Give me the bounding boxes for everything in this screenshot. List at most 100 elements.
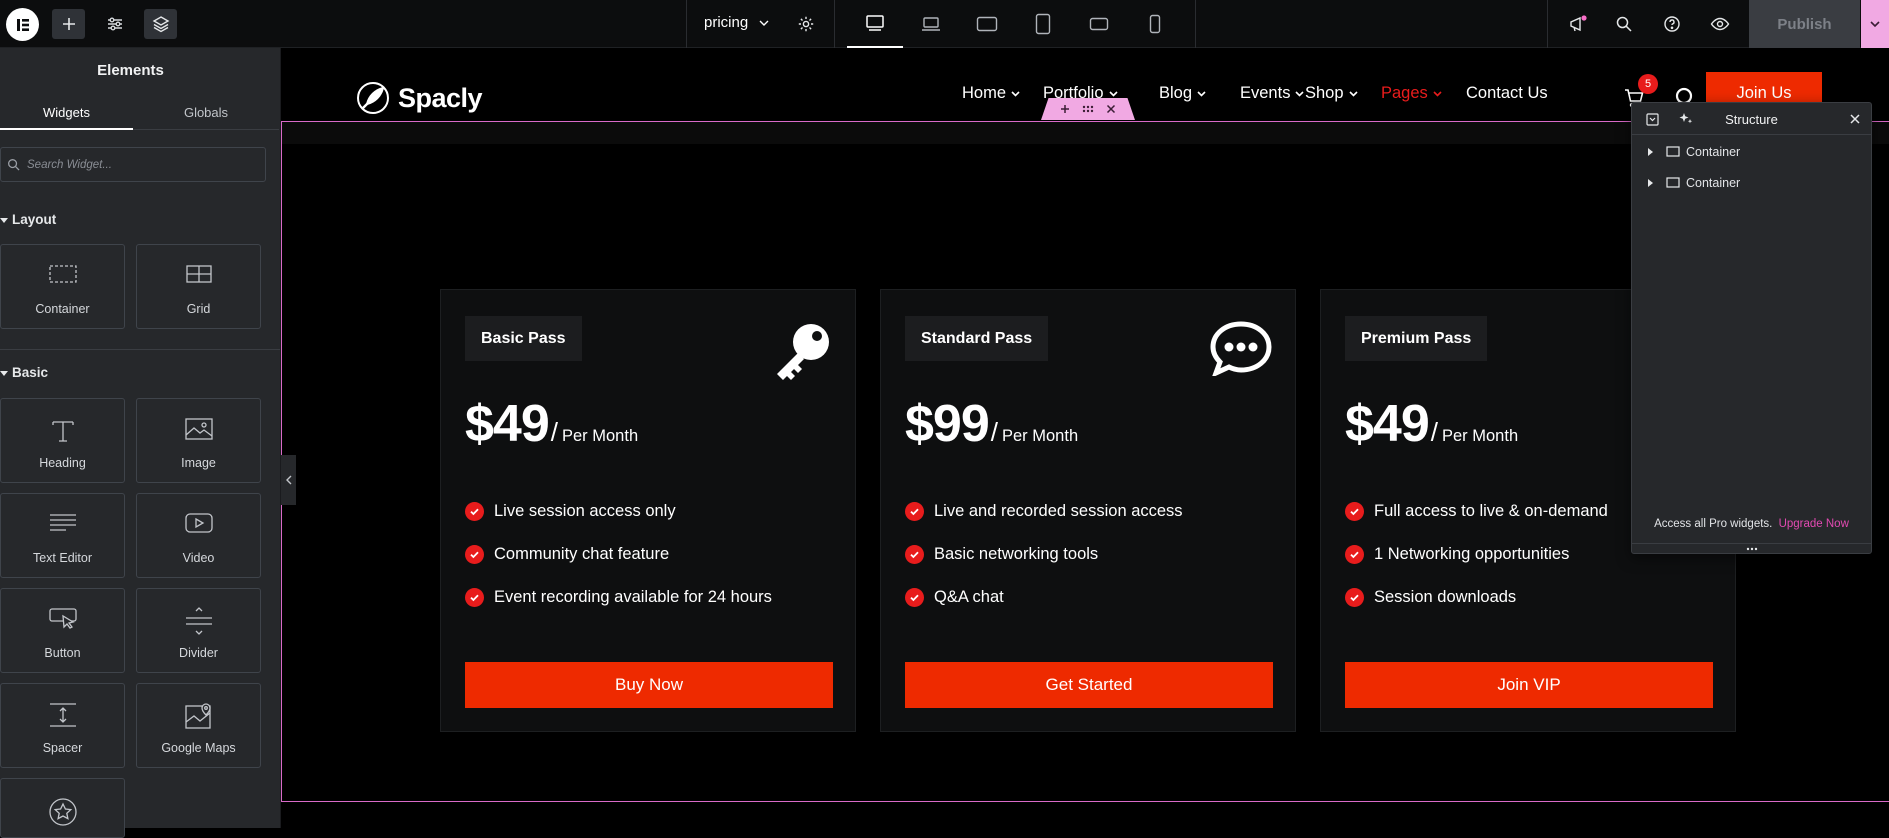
chevron-down-icon <box>759 20 769 26</box>
chevron-down-icon <box>1197 91 1206 97</box>
widget-star-rating[interactable] <box>0 778 125 838</box>
price-slash: / <box>550 417 558 447</box>
nav-item-pages[interactable]: Pages <box>1381 84 1443 103</box>
price-slash: / <box>1430 417 1438 447</box>
page-settings-button[interactable] <box>789 9 822 39</box>
desktop-icon <box>866 15 884 31</box>
plan-cta-button[interactable]: Join VIP <box>1345 662 1713 708</box>
plan-title: Premium Pass <box>1345 316 1488 361</box>
page-selector[interactable]: pricing <box>704 14 770 31</box>
help-circle-icon <box>1663 16 1680 32</box>
container-icon <box>48 265 77 283</box>
pro-promo: Access all Pro widgets. Upgrade Now <box>1632 518 1871 530</box>
widget-label: Button <box>44 646 81 660</box>
publish-options-button[interactable] <box>1861 0 1889 48</box>
plan-cta-button[interactable]: Get Started <box>905 662 1273 708</box>
structure-item-label: Container <box>1686 144 1741 159</box>
widget-container[interactable]: Container <box>0 244 125 329</box>
check-circle-icon <box>1345 545 1364 564</box>
device-mobile-portrait-button[interactable] <box>1138 9 1171 39</box>
check-circle-icon <box>465 545 484 564</box>
join-us-label: Join Us <box>1736 83 1792 102</box>
device-laptop-button[interactable] <box>914 9 947 39</box>
widget-text-editor[interactable]: Text Editor <box>0 493 125 578</box>
nav-item-shop[interactable]: Shop <box>1305 84 1359 103</box>
grid-icon <box>185 265 212 283</box>
chevron-down-icon <box>1348 91 1358 97</box>
logo-text: Spacly <box>398 82 483 113</box>
feature-text: Session downloads <box>1374 588 1517 606</box>
nav-item-home[interactable]: Home <box>962 84 1021 103</box>
widget-label: Heading <box>39 456 86 470</box>
plan-title: Basic Pass <box>465 316 582 361</box>
site-settings-button[interactable] <box>98 9 131 39</box>
plan-cta-button[interactable]: Buy Now <box>465 662 833 708</box>
cta-label: Buy Now <box>614 675 684 694</box>
nav-item-contact-us[interactable]: Contact Us <box>1466 84 1548 103</box>
widget-heading[interactable]: Heading <box>0 398 125 483</box>
widget-google-maps[interactable]: Google Maps <box>136 683 261 768</box>
close-icon[interactable] <box>1106 104 1116 114</box>
whats-new-button[interactable] <box>1561 9 1594 39</box>
check-circle-icon <box>1345 502 1364 521</box>
device-tablet-portrait-button[interactable] <box>1026 9 1059 39</box>
elementor-logo-button[interactable] <box>6 8 39 41</box>
upgrade-now-link[interactable]: Upgrade Now <box>1779 518 1849 530</box>
feature-item: Live session access only <box>465 502 676 521</box>
check-circle-icon <box>465 502 484 521</box>
widget-button[interactable]: Button <box>0 588 125 673</box>
category-label: Layout <box>12 212 57 227</box>
caret-right-icon[interactable] <box>1646 178 1654 187</box>
widget-label: Divider <box>179 646 218 660</box>
drag-handle-icon[interactable] <box>1082 105 1094 113</box>
feature-text: Live and recorded session access <box>934 502 1183 520</box>
structure-toggle-button[interactable] <box>144 9 177 39</box>
feature-item: 1 Networking opportunities <box>1345 545 1569 564</box>
help-button[interactable] <box>1655 9 1688 39</box>
device-mobile-landscape-button[interactable] <box>1082 9 1115 39</box>
collapse-panel-button[interactable] <box>281 455 296 505</box>
category-layout[interactable]: Layout <box>0 212 56 227</box>
plan-price: $49/Per Month <box>465 394 638 454</box>
nav-item-events[interactable]: Events <box>1240 84 1305 103</box>
widget-spacer[interactable]: Spacer <box>0 683 125 768</box>
tab-widgets[interactable]: Widgets <box>0 96 133 130</box>
price-period: Per Month <box>1442 427 1519 445</box>
structure-item[interactable]: Container <box>1632 136 1871 167</box>
tab-label: Widgets <box>43 104 90 120</box>
elementor-logo-icon <box>16 18 29 31</box>
widget-divider[interactable]: Divider <box>136 588 261 673</box>
widget-label: Grid <box>186 302 211 316</box>
publish-label: Publish <box>1777 15 1832 33</box>
chevron-down-icon <box>1108 91 1118 97</box>
structure-item[interactable]: Container <box>1632 167 1871 198</box>
widget-video[interactable]: Video <box>136 493 261 578</box>
search-button[interactable] <box>1607 9 1640 39</box>
megaphone-icon <box>1569 15 1587 32</box>
device-tablet-landscape-button[interactable] <box>970 9 1003 39</box>
site-logo[interactable]: Spacly <box>353 78 483 118</box>
close-icon[interactable] <box>1850 114 1860 124</box>
widget-grid[interactable]: Grid <box>136 244 261 329</box>
panel-resize-handle[interactable] <box>1632 543 1871 553</box>
feature-item: Community chat feature <box>465 545 669 564</box>
publish-button[interactable]: Publish <box>1749 0 1860 48</box>
search-input-placeholder: Search Widget... <box>27 158 112 171</box>
container-handle[interactable] <box>1041 98 1135 120</box>
widget-image[interactable]: Image <box>136 398 261 483</box>
preview-button[interactable] <box>1703 9 1736 39</box>
add-icon[interactable] <box>1060 104 1070 114</box>
device-desktop-button[interactable] <box>847 8 903 48</box>
tab-globals[interactable]: Globals <box>133 96 279 130</box>
nav-item-blog[interactable]: Blog <box>1159 84 1207 103</box>
feature-text: 1 Networking opportunities <box>1374 545 1570 563</box>
widget-label: Text Editor <box>32 551 93 565</box>
add-element-button[interactable] <box>52 9 85 39</box>
chat-bubble-icon <box>1210 321 1272 376</box>
widget-search[interactable]: Search Widget... <box>0 147 266 182</box>
mobile-portrait-icon <box>1149 14 1160 34</box>
category-basic[interactable]: Basic <box>0 365 48 380</box>
widget-label: Image <box>181 456 216 470</box>
caret-right-icon[interactable] <box>1646 147 1654 156</box>
map-icon <box>184 703 211 729</box>
